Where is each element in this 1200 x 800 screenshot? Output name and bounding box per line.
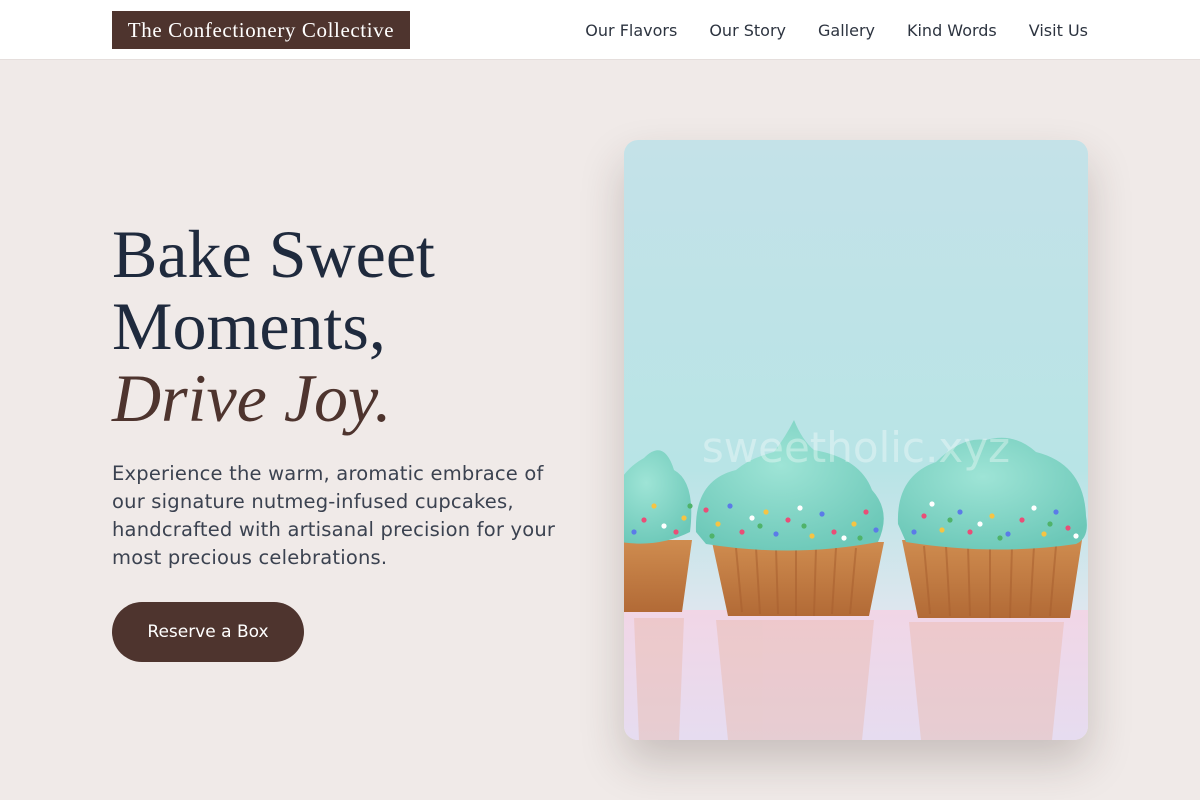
reserve-box-button[interactable]: Reserve a Box [112, 602, 304, 662]
nav-link-visit-us[interactable]: Visit Us [1029, 21, 1088, 40]
headline-line-1: Bake Sweet [112, 216, 435, 292]
nav-link-our-story[interactable]: Our Story [709, 21, 786, 40]
hero-section: Bake Sweet Moments, Drive Joy. Experienc… [112, 218, 582, 572]
headline-accent: Drive Joy. [112, 360, 392, 436]
brand-logo[interactable]: The Confectionery Collective [112, 11, 410, 49]
nav-link-our-flavors[interactable]: Our Flavors [585, 21, 677, 40]
nav-link-gallery[interactable]: Gallery [818, 21, 875, 40]
image-watermark: sweetholic.xyz [702, 423, 1010, 472]
top-navbar: The Confectionery Collective Our Flavors… [0, 0, 1200, 60]
main-nav: Our Flavors Our Story Gallery Kind Words… [585, 0, 1088, 60]
nav-link-kind-words[interactable]: Kind Words [907, 21, 997, 40]
hero-headline: Bake Sweet Moments, Drive Joy. [112, 218, 582, 434]
hero-description: Experience the warm, aromatic embrace of… [112, 462, 556, 569]
headline-line-2: Moments, [112, 288, 386, 364]
hero-image: sweetholic.xyz [624, 140, 1088, 740]
cupcakes-photo: sweetholic.xyz [624, 140, 1088, 740]
